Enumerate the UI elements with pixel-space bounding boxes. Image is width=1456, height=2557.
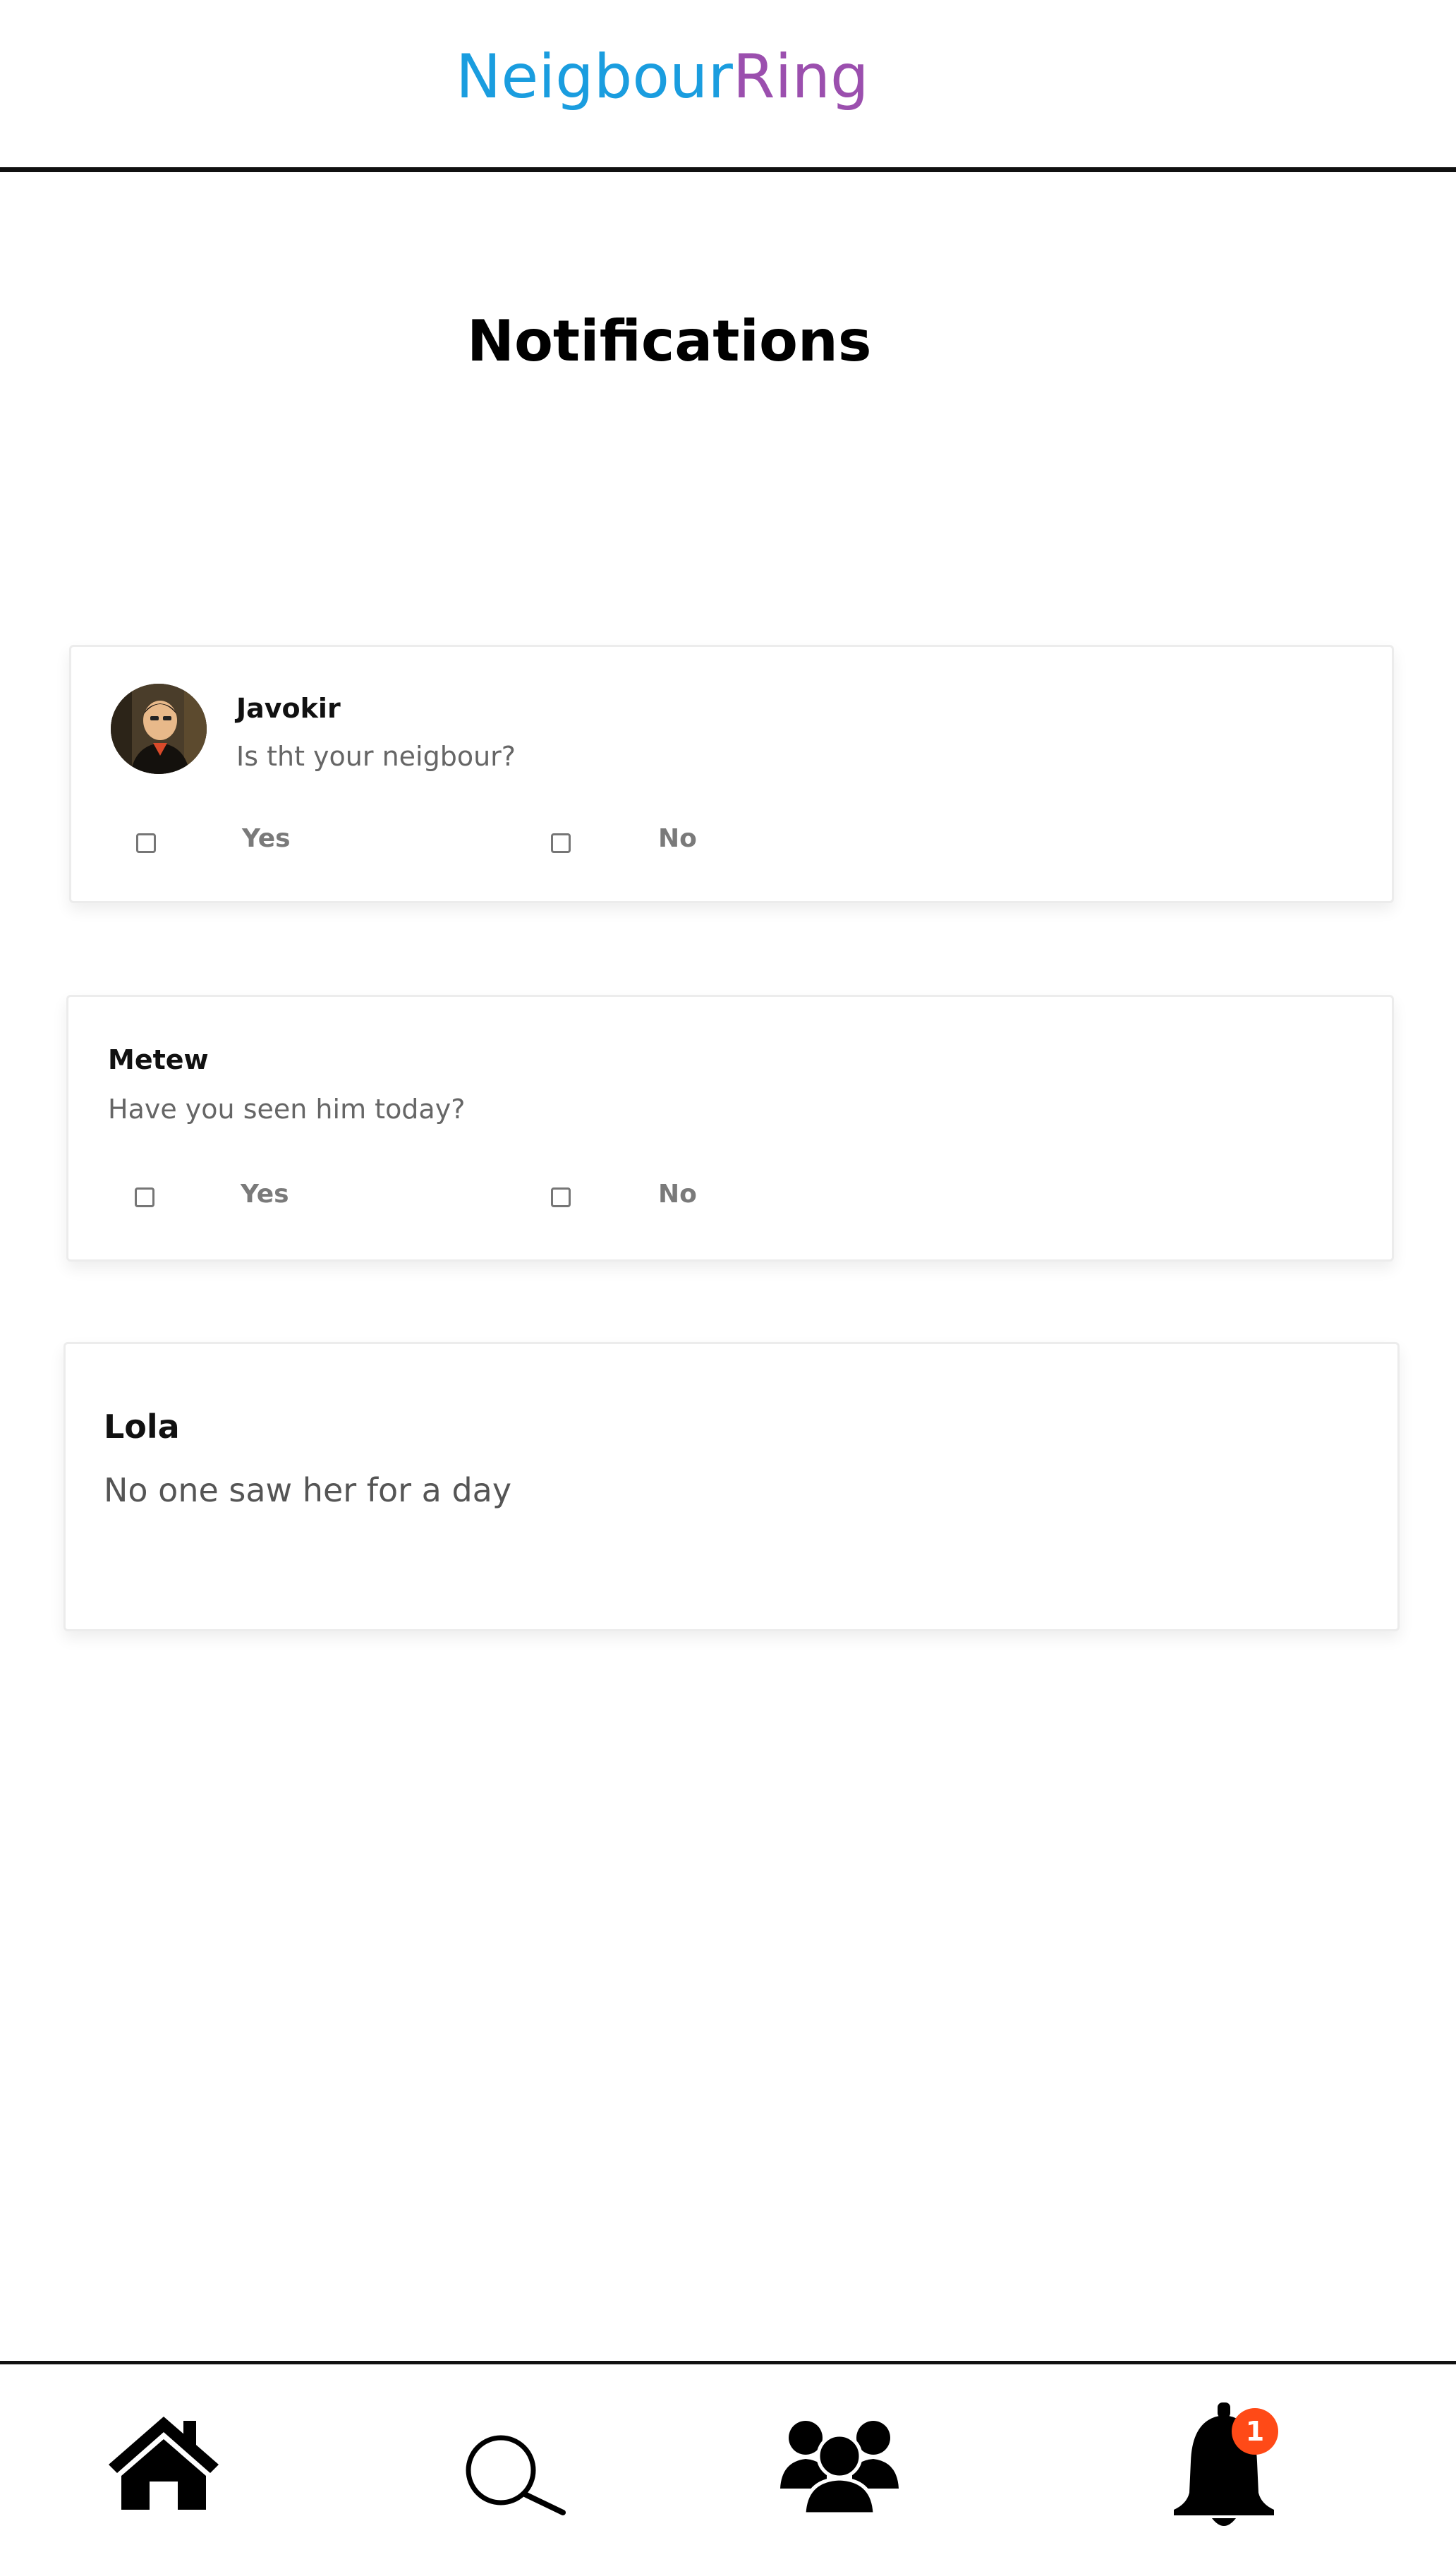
yes-label[interactable]: Yes: [241, 1182, 289, 1207]
notification-message: No one saw her for a day: [104, 1471, 512, 1509]
notification-card: Javokir Is tht your neigbour? Yes No: [69, 645, 1394, 903]
brand-part-a: Neigbour: [456, 42, 733, 112]
notification-message: Is tht your neigbour?: [236, 741, 516, 772]
avatar-photo: [111, 684, 207, 774]
notification-sender: Javokir: [236, 693, 341, 724]
nav-notifications-button[interactable]: 1: [1164, 2394, 1284, 2532]
app-logo[interactable]: NeigbourRing: [456, 47, 869, 107]
no-label[interactable]: No: [658, 826, 697, 852]
nav-community-button[interactable]: [780, 2412, 899, 2515]
home-icon: [109, 2417, 219, 2510]
bottom-nav: 1: [0, 2361, 1456, 2557]
no-checkbox[interactable]: [551, 833, 571, 853]
yes-label[interactable]: Yes: [242, 826, 291, 852]
avatar: [111, 684, 207, 774]
yes-checkbox[interactable]: [136, 833, 156, 853]
app-header: NeigbourRing: [0, 0, 1456, 172]
page-title: Notifications: [467, 308, 872, 374]
yes-checkbox[interactable]: [135, 1187, 154, 1207]
no-checkbox[interactable]: [551, 1187, 571, 1207]
notification-card: Lola No one saw her for a day: [63, 1342, 1400, 1631]
group-icon: [780, 2421, 899, 2515]
brand-part-b: Ring: [732, 42, 869, 112]
notification-message: Have you seen him today?: [108, 1094, 466, 1125]
search-icon: [466, 2435, 566, 2515]
notification-sender: Metew: [108, 1044, 209, 1075]
nav-home-button[interactable]: [106, 2414, 222, 2513]
notification-sender: Lola: [104, 1408, 180, 1446]
notification-card: Metew Have you seen him today? Yes No: [66, 995, 1394, 1262]
no-label[interactable]: No: [658, 1182, 697, 1207]
nav-search-button[interactable]: [457, 2431, 567, 2520]
notification-badge: 1: [1232, 2408, 1278, 2455]
